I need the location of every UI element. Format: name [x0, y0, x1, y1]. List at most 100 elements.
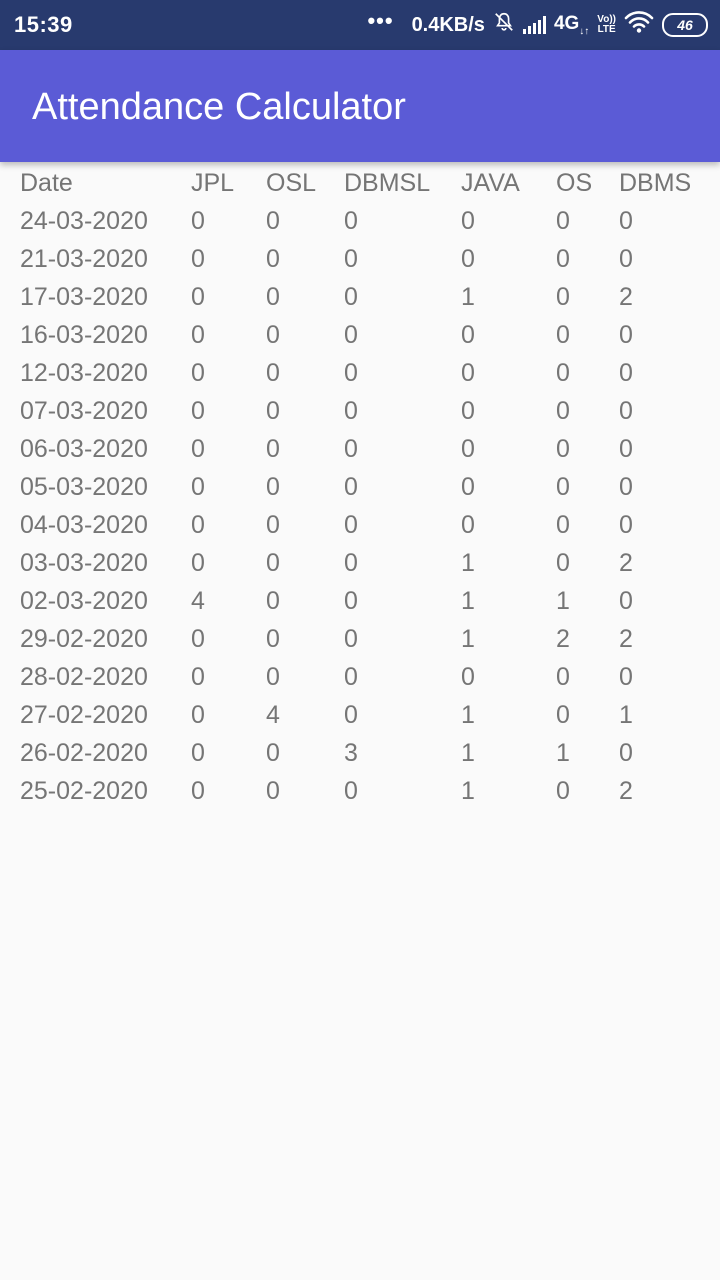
table-row: 17-03-2020 0 0 0 1 0 2 — [20, 278, 710, 316]
date-cell: 06-03-2020 — [20, 435, 148, 463]
network-type-label: 4G — [553, 13, 580, 35]
attendance-cell: 0 — [191, 283, 205, 311]
column-header-date: Date — [20, 169, 73, 197]
date-cell: 26-02-2020 — [20, 739, 148, 767]
attendance-cell: 0 — [344, 207, 358, 235]
attendance-cell: 0 — [619, 359, 633, 387]
column-header-java: JAVA — [461, 169, 520, 197]
attendance-cell: 0 — [619, 207, 633, 235]
attendance-cell: 0 — [344, 587, 358, 615]
network-type: 4G↓↑ — [553, 13, 590, 37]
attendance-cell: 1 — [461, 701, 475, 729]
attendance-cell: 0 — [191, 435, 205, 463]
attendance-cell: 0 — [619, 739, 633, 767]
attendance-cell: 0 — [266, 207, 280, 235]
attendance-cell: 0 — [344, 283, 358, 311]
date-cell: 03-03-2020 — [20, 549, 148, 577]
date-cell: 27-02-2020 — [20, 701, 148, 729]
attendance-cell: 1 — [461, 283, 475, 311]
more-notifications-icon: ••• — [367, 8, 394, 33]
app-title: Attendance Calculator — [32, 86, 406, 128]
attendance-cell: 1 — [619, 701, 633, 729]
column-header-osl: OSL — [266, 169, 317, 197]
attendance-cell: 0 — [461, 397, 475, 425]
table-header-row: Date JPL OSL DBMSL JAVA OS DBMS — [20, 164, 710, 202]
table-row: 12-03-2020 0 0 0 0 0 0 — [20, 354, 710, 392]
attendance-cell: 0 — [344, 549, 358, 577]
attendance-cell: 0 — [344, 321, 358, 349]
attendance-cell: 0 — [461, 663, 475, 691]
attendance-cell: 0 — [461, 511, 475, 539]
attendance-cell: 0 — [556, 663, 570, 691]
attendance-cell: 0 — [461, 435, 475, 463]
volte-bottom: LTE — [597, 24, 616, 35]
date-cell: 05-03-2020 — [20, 473, 148, 501]
attendance-cell: 0 — [619, 511, 633, 539]
attendance-cell: 2 — [619, 625, 633, 653]
attendance-cell: 2 — [556, 625, 570, 653]
date-cell: 17-03-2020 — [20, 283, 148, 311]
attendance-cell: 0 — [619, 435, 633, 463]
attendance-cell: 1 — [461, 777, 475, 805]
date-cell: 25-02-2020 — [20, 777, 148, 805]
attendance-cell: 0 — [556, 283, 570, 311]
table-row: 07-03-2020 0 0 0 0 0 0 — [20, 392, 710, 430]
attendance-cell: 0 — [344, 511, 358, 539]
date-cell: 29-02-2020 — [20, 625, 148, 653]
attendance-cell: 0 — [619, 321, 633, 349]
attendance-cell: 0 — [344, 625, 358, 653]
date-cell: 21-03-2020 — [20, 245, 148, 273]
table-row: 05-03-2020 0 0 0 0 0 0 — [20, 468, 710, 506]
attendance-cell: 0 — [191, 207, 205, 235]
attendance-cell: 2 — [619, 777, 633, 805]
attendance-cell: 0 — [556, 359, 570, 387]
attendance-cell: 0 — [266, 739, 280, 767]
status-icons: ••• 0.4KB/s 4G↓↑ Vo)) LTE 46 — [367, 8, 708, 40]
attendance-cell: 1 — [461, 549, 475, 577]
table-row: 26-02-2020 0 0 3 1 1 0 — [20, 734, 710, 772]
attendance-cell: 0 — [191, 663, 205, 691]
attendance-cell: 0 — [266, 321, 280, 349]
attendance-cell: 0 — [461, 473, 475, 501]
attendance-cell: 0 — [556, 397, 570, 425]
table-row: 04-03-2020 0 0 0 0 0 0 — [20, 506, 710, 544]
status-time: 15:39 — [14, 12, 73, 37]
attendance-cell: 2 — [619, 549, 633, 577]
table-row: 25-02-2020 0 0 0 1 0 2 — [20, 772, 710, 810]
attendance-cell: 0 — [191, 511, 205, 539]
table-row: 03-03-2020 0 0 0 1 0 2 — [20, 544, 710, 582]
attendance-cell: 1 — [461, 739, 475, 767]
date-cell: 16-03-2020 — [20, 321, 148, 349]
volte-icon: Vo)) LTE — [597, 15, 616, 35]
attendance-cell: 0 — [266, 549, 280, 577]
attendance-cell: 0 — [619, 473, 633, 501]
attendance-cell: 4 — [266, 701, 280, 729]
date-cell: 12-03-2020 — [20, 359, 148, 387]
bell-off-icon — [493, 11, 515, 39]
attendance-cell: 0 — [344, 663, 358, 691]
attendance-cell: 0 — [344, 397, 358, 425]
column-header-jpl: JPL — [191, 169, 235, 197]
attendance-cell: 4 — [191, 587, 205, 615]
attendance-cell: 0 — [461, 321, 475, 349]
date-cell: 04-03-2020 — [20, 511, 148, 539]
attendance-cell: 0 — [556, 321, 570, 349]
attendance-cell: 0 — [266, 511, 280, 539]
column-header-os: OS — [556, 169, 593, 197]
attendance-cell: 1 — [556, 739, 570, 767]
attendance-cell: 0 — [344, 359, 358, 387]
table-row: 02-03-2020 4 0 0 1 1 0 — [20, 582, 710, 620]
attendance-cell: 0 — [191, 245, 205, 273]
attendance-cell: 0 — [266, 625, 280, 653]
attendance-cell: 3 — [344, 739, 358, 767]
attendance-cell: 0 — [191, 701, 205, 729]
attendance-cell: 0 — [556, 549, 570, 577]
attendance-cell: 0 — [191, 625, 205, 653]
attendance-cell: 0 — [266, 663, 280, 691]
attendance-cell: 0 — [191, 549, 205, 577]
network-speed: 0.4KB/s — [411, 13, 485, 36]
attendance-cell: 0 — [556, 701, 570, 729]
attendance-cell: 0 — [191, 397, 205, 425]
table-row: 24-03-2020 0 0 0 0 0 0 — [20, 202, 710, 240]
attendance-cell: 0 — [556, 435, 570, 463]
